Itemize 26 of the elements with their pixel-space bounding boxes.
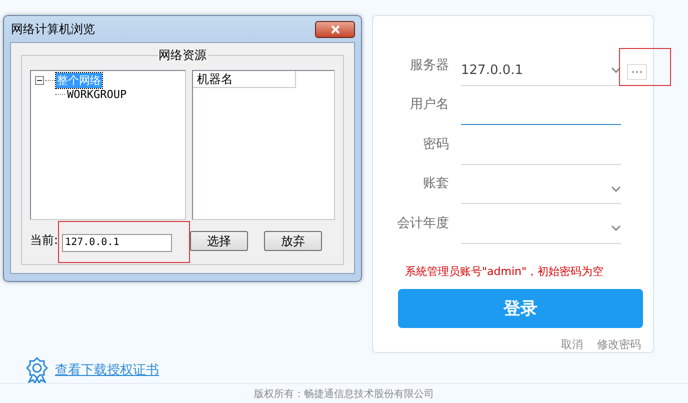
field-label: 会计年度 — [396, 214, 450, 232]
close-icon — [330, 24, 340, 34]
text-link[interactable]: 取消 — [561, 337, 583, 352]
close-button[interactable] — [315, 20, 355, 38]
field-label: 用户名 — [409, 96, 450, 114]
tree-item[interactable]: WORKGROUP — [66, 88, 128, 100]
more-button[interactable] — [627, 64, 647, 80]
group-label: 网络资源 — [158, 47, 208, 64]
field-label: 账套 — [422, 175, 450, 193]
copyright-text: 版权所有：畅捷通信息技术股份有限公司 — [254, 388, 434, 401]
chevron-down-icon — [611, 186, 621, 192]
select-field[interactable]: 127.0.0.1 — [461, 56, 621, 86]
collapse-toggle-icon[interactable] — [35, 76, 44, 84]
window-title: 网络计算机浏览 — [11, 20, 95, 38]
hint-text: 系統管理员账号"admin"，初始密码为空 — [405, 264, 605, 278]
chevron-down-icon — [611, 67, 621, 73]
field-label: 密码 — [422, 136, 450, 154]
dialog-button[interactable]: 选择 — [190, 230, 248, 251]
text-link[interactable]: 修改密码 — [597, 337, 641, 352]
column-header[interactable]: 机器名 — [193, 71, 296, 88]
field-label: 服务器 — [409, 56, 450, 74]
field-label: 当前: — [30, 232, 58, 250]
current-field[interactable]: 127.0.0.1 — [62, 234, 172, 252]
award-icon — [25, 357, 49, 384]
dialog-button[interactable]: 放弃 — [264, 230, 322, 251]
chevron-down-icon — [611, 225, 621, 231]
